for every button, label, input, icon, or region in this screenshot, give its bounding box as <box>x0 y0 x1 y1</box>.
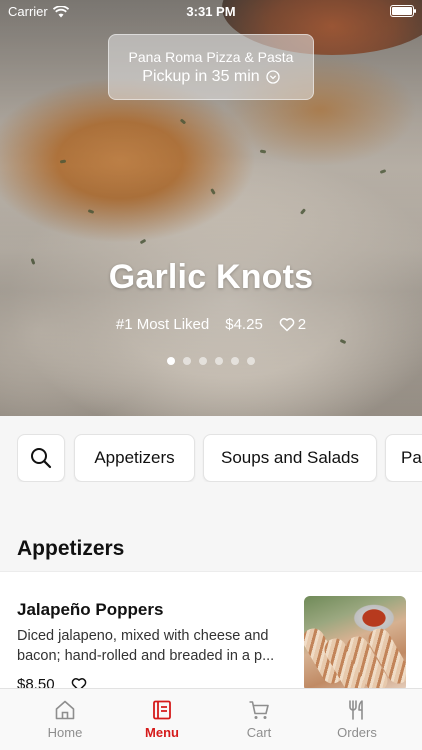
menu-item-card[interactable]: Jalapeño Poppers Diced jalapeno, mixed w… <box>0 571 422 701</box>
featured-likes[interactable]: 2 <box>279 316 306 333</box>
chevron-down-circle-icon <box>266 70 280 84</box>
tab-home-label: Home <box>47 725 83 740</box>
menu-item-description: Diced jalapeno, mixed with cheese and ba… <box>17 626 289 666</box>
carousel-dot[interactable] <box>167 357 175 365</box>
featured-item-title: Garlic Knots <box>108 258 314 296</box>
menu-item-name: Jalapeño Poppers <box>17 600 164 619</box>
status-time: 3:31 PM <box>186 4 236 19</box>
home-icon <box>55 700 75 720</box>
category-chip-partial[interactable]: Pa <box>385 434 422 482</box>
tab-cart-label: Cart <box>246 725 272 740</box>
app-screen: Carrier 3:31 PM Pana Roma Pizza & Pasta … <box>0 0 422 750</box>
featured-likes-count: 2 <box>297 316 307 333</box>
menu-icon <box>153 700 171 720</box>
carousel-dot[interactable] <box>183 357 191 365</box>
tab-menu[interactable]: Menu <box>114 689 210 750</box>
carousel-dots[interactable] <box>0 357 422 365</box>
heart-icon <box>279 318 295 332</box>
tab-home[interactable]: Home <box>17 689 113 750</box>
status-bar: Carrier 3:31 PM <box>0 0 422 22</box>
search-icon <box>31 448 52 469</box>
tab-bar: Home Menu Cart Orders <box>0 688 422 750</box>
carousel-dot[interactable] <box>199 357 207 365</box>
carousel-dot[interactable] <box>247 357 255 365</box>
tab-orders-label: Orders <box>337 725 377 740</box>
tab-menu-label: Menu <box>145 725 179 740</box>
featured-price: $4.25 <box>225 316 263 333</box>
restaurant-name: Pana Roma Pizza & Pasta <box>128 49 294 65</box>
menu-item-description-line2: bacon; hand-rolled and breaded in a p... <box>17 648 275 664</box>
menu-item-photo <box>304 596 406 692</box>
pickup-eta: Pickup in 35 min <box>109 68 313 86</box>
pickup-eta-label: Pickup in 35 min <box>142 68 260 85</box>
hero-banner[interactable]: Carrier 3:31 PM Pana Roma Pizza & Pasta … <box>0 0 422 416</box>
category-chip-appetizers[interactable]: Appetizers <box>74 434 195 482</box>
menu-item-description-line1: Diced jalapeno, mixed with cheese and <box>17 628 269 644</box>
featured-badge: #1 Most Liked <box>115 316 210 333</box>
section-heading: Appetizers <box>17 537 125 560</box>
tab-orders[interactable]: Orders <box>309 689 405 750</box>
carousel-dot[interactable] <box>231 357 239 365</box>
pickup-selector[interactable]: Pana Roma Pizza & Pasta Pickup in 35 min <box>108 34 314 100</box>
battery-icon <box>390 5 416 17</box>
cart-icon <box>249 701 269 719</box>
category-bar: Appetizers Soups and Salads Pa <box>17 434 422 482</box>
utensils-icon <box>349 700 363 720</box>
featured-item-meta: #1 Most Liked $4.25 2 <box>0 316 422 333</box>
carousel-dot[interactable] <box>215 357 223 365</box>
tab-cart[interactable]: Cart <box>211 689 307 750</box>
category-chip-soups-and-salads[interactable]: Soups and Salads <box>203 434 377 482</box>
search-button[interactable] <box>17 434 65 482</box>
